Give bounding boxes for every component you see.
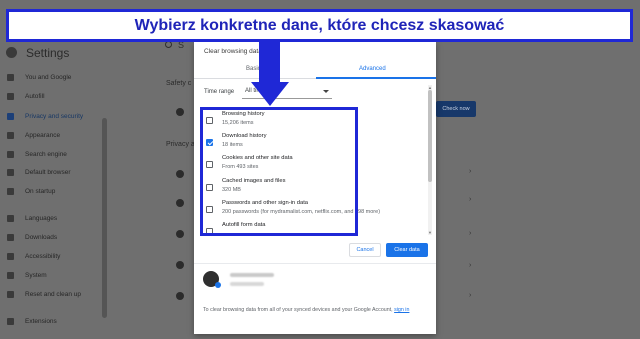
sidebar-item-label: Downloads: [25, 233, 58, 241]
wrench-icon: [7, 271, 14, 279]
sidebar-item[interactable]: Languages: [7, 211, 57, 225]
sidebar-item-label: On startup: [25, 187, 56, 195]
account-email-blurred: [230, 282, 264, 286]
sidebar-item[interactable]: Default browser: [7, 165, 71, 179]
person-icon: [7, 73, 14, 81]
chevron-right-icon[interactable]: ›: [469, 262, 471, 269]
privacy-row-icon: [176, 199, 184, 207]
safety-check-label: Safety c: [166, 80, 192, 87]
sidebar-item[interactable]: On startup: [7, 184, 55, 198]
dialog-title: Clear browsing data: [204, 48, 262, 55]
sidebar-item[interactable]: Appearance: [7, 128, 60, 142]
footer-message: To clear browsing data from all of your …: [203, 307, 393, 313]
accessibility-icon: [7, 252, 14, 260]
instruction-banner: Wybierz konkretne dane, które chcesz ska…: [6, 9, 633, 42]
sync-footer-text: To clear browsing data from all of your …: [203, 306, 431, 314]
account-name-blurred: [230, 273, 274, 277]
autofill-icon: [7, 92, 14, 100]
sidebar-item[interactable]: Privacy and security: [7, 109, 83, 123]
clear-data-button[interactable]: Clear data: [386, 243, 428, 257]
chrome-logo-icon: [6, 47, 17, 58]
search-icon: [7, 150, 14, 158]
settings-title: Settings: [26, 46, 70, 60]
download-icon: [7, 233, 14, 241]
arrow-down-icon: [251, 82, 289, 106]
tab-advanced[interactable]: Advanced: [359, 66, 386, 72]
sidebar-item-label: Search engine: [25, 150, 67, 158]
sidebar-item[interactable]: System: [7, 268, 47, 282]
sidebar-item[interactable]: Extensions: [7, 314, 57, 328]
annotation-arrow-shaft: [259, 42, 280, 82]
puzzle-icon: [7, 317, 14, 325]
globe-icon: [7, 214, 14, 222]
sidebar-item-label: Reset and clean up: [25, 290, 82, 298]
dialog-scrollbar[interactable]: ▲ ▼: [428, 85, 432, 235]
sidebar-item[interactable]: Search engine: [7, 147, 67, 161]
privacy-row-icon: [176, 292, 184, 300]
privacy-row-icon: [176, 261, 184, 269]
sidebar-item[interactable]: Autofill: [7, 89, 45, 103]
chevron-right-icon[interactable]: ›: [469, 168, 471, 175]
sign-in-link[interactable]: sign in: [394, 307, 409, 313]
sidebar-item-label: Autofill: [25, 92, 45, 100]
settings-sidebar: Settings You and Google Autofill Privacy a…: [0, 40, 150, 339]
active-tab-indicator: [316, 77, 436, 79]
safety-icon: [176, 108, 184, 116]
reset-icon: [7, 290, 14, 298]
highlight-box: [200, 107, 358, 236]
chevron-right-icon[interactable]: ›: [469, 292, 471, 299]
divider: [194, 263, 436, 264]
sidebar-item-label: Extensions: [25, 317, 57, 325]
privacy-label: Privacy a: [166, 141, 195, 148]
sidebar-item-label: Privacy and security: [25, 112, 84, 120]
chevron-right-icon[interactable]: ›: [469, 196, 471, 203]
sidebar-scrollbar[interactable]: [102, 118, 107, 318]
sidebar-item-label: You and Google: [25, 73, 72, 81]
cancel-button[interactable]: Cancel: [349, 243, 381, 257]
browser-icon: [7, 168, 14, 176]
sidebar-item[interactable]: Reset and clean up: [7, 287, 81, 301]
sidebar-item-label: Appearance: [25, 131, 61, 139]
sidebar-item-label: System: [25, 271, 47, 279]
time-range-label: Time range: [204, 89, 235, 95]
sidebar-item[interactable]: Accessibility: [7, 249, 60, 263]
check-now-button[interactable]: Check now: [436, 101, 476, 117]
search-icon: [165, 41, 172, 48]
scroll-down-icon[interactable]: ▼: [428, 230, 432, 235]
shield-icon: [7, 112, 14, 120]
privacy-row-icon: [176, 230, 184, 238]
scrollbar-thumb[interactable]: [428, 90, 432, 182]
chevron-right-icon[interactable]: ›: [469, 230, 471, 237]
sidebar-item-label: Accessibility: [25, 252, 61, 260]
chevron-down-icon: [323, 90, 329, 93]
privacy-row-icon: [176, 170, 184, 178]
power-icon: [7, 187, 14, 195]
sidebar-item-label: Languages: [25, 214, 58, 222]
sidebar-item[interactable]: Downloads: [7, 230, 57, 244]
sidebar-item-label: Default browser: [25, 168, 71, 176]
sidebar-item[interactable]: You and Google: [7, 70, 71, 84]
sync-badge-icon: [215, 282, 221, 288]
palette-icon: [7, 131, 14, 139]
